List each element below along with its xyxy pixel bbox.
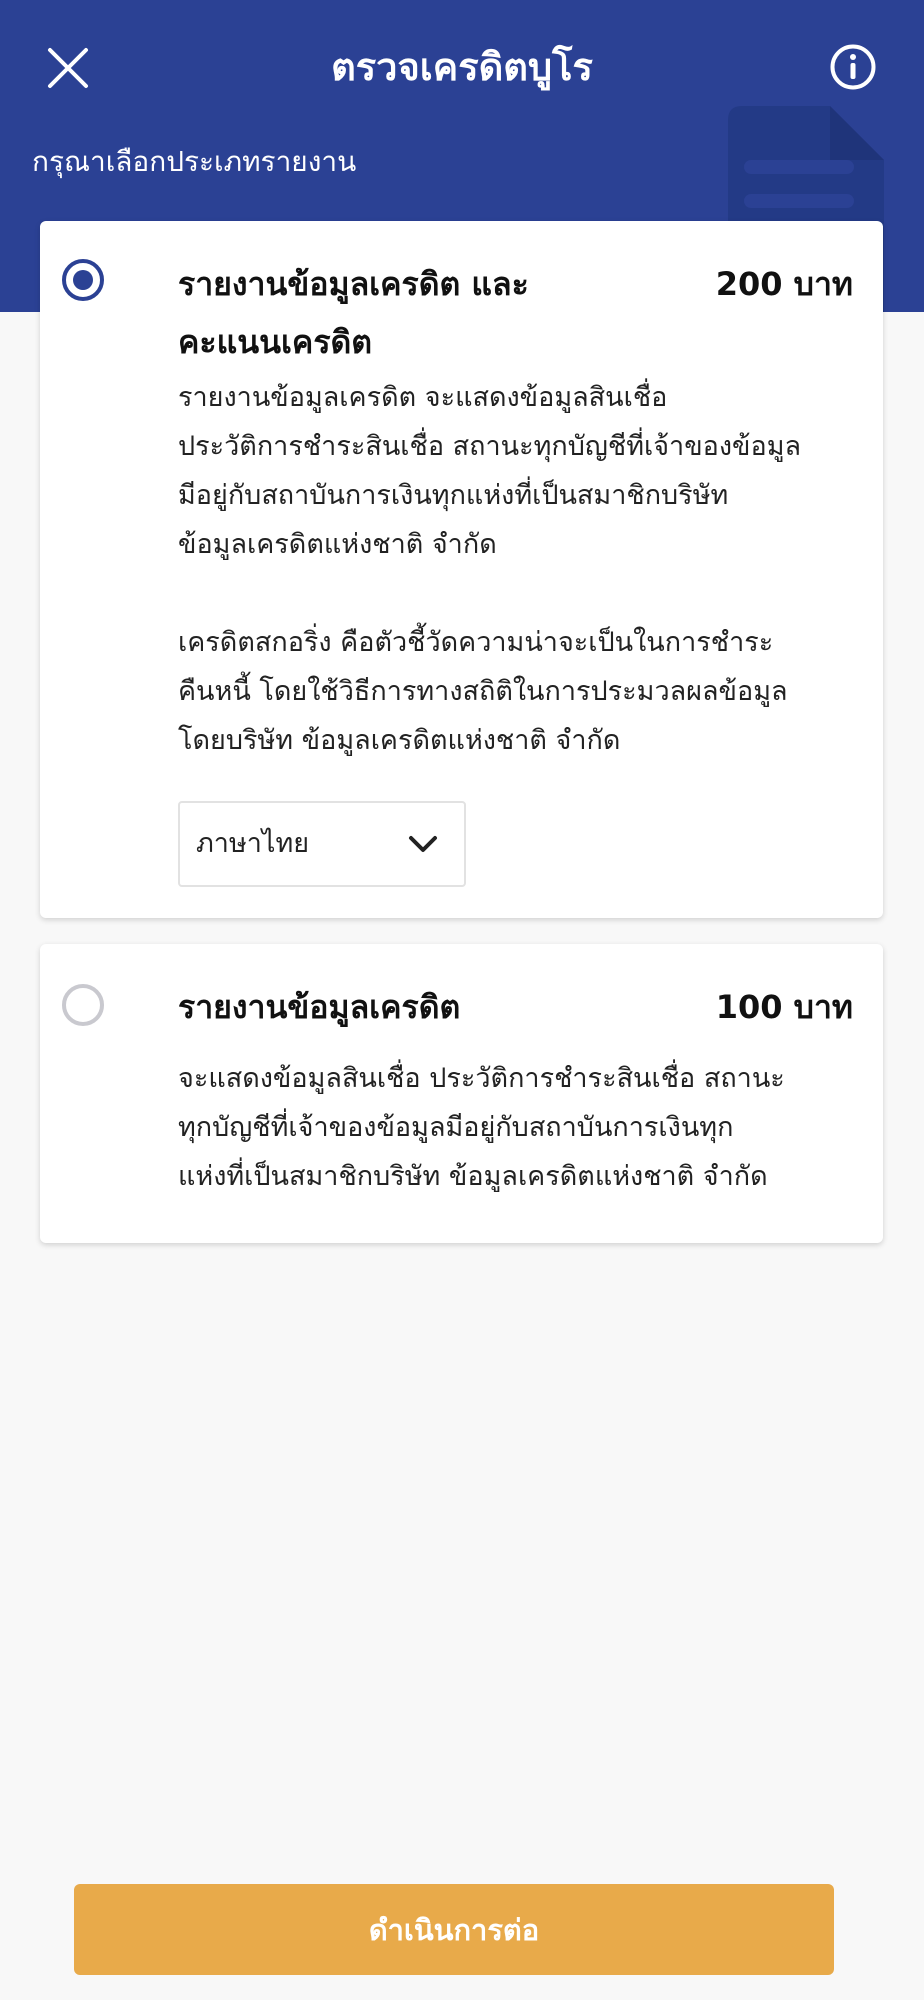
option-description: รายงานข้อมูลเครดิต จะแสดงข้อมูลสินเชื่อ … [178, 382, 802, 560]
radio-selected[interactable] [62, 259, 104, 301]
radio-unselected[interactable] [62, 984, 104, 1026]
instruction-text: กรุณาเลือกประเภทรายงาน [32, 145, 357, 178]
report-option-credit-and-score[interactable]: รายงานข้อมูลเครดิต และ คะแนนเครดิต 200 บ… [40, 221, 883, 918]
report-option-credit-only[interactable]: รายงานข้อมูลเครดิต 100 บาท จะแสดงข้อมูลส… [40, 944, 883, 1243]
option-title: รายงานข้อมูลเครดิต และ คะแนนเครดิต [178, 265, 529, 361]
language-select-value: ภาษาไทย [196, 828, 310, 859]
option-price: 200 บาท [715, 265, 853, 303]
continue-button[interactable]: ดำเนินการต่อ [74, 1884, 834, 1975]
info-icon [830, 44, 876, 90]
info-button[interactable] [826, 40, 880, 94]
option-price: 100 บาท [715, 988, 853, 1026]
credit-score-description: เครดิตสกอริ่ง คือตัวชี้วัดความน่าจะเป็นใ… [178, 627, 788, 756]
option-title: รายงานข้อมูลเครดิต [178, 988, 461, 1026]
language-select[interactable]: ภาษาไทย [178, 801, 466, 887]
chevron-down-icon [409, 836, 437, 852]
page-title: ตรวจเครดิตบูโร [331, 45, 593, 89]
option-description: จะแสดงข้อมูลสินเชื่อ ประวัติการชำระสินเช… [178, 1063, 785, 1192]
